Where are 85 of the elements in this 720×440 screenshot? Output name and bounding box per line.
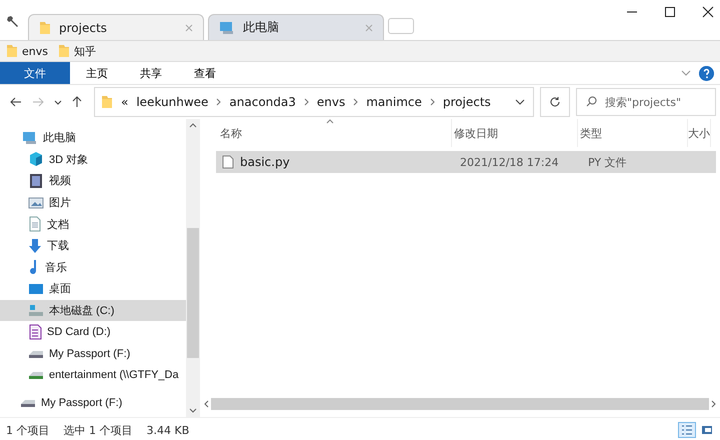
nav-item[interactable]: 文档 xyxy=(0,213,186,235)
tab[interactable]: projects xyxy=(28,14,204,40)
breadcrumb[interactable]: anaconda3 xyxy=(229,95,296,109)
breadcrumb[interactable]: projects xyxy=(442,95,491,109)
overflow-chevron[interactable]: « xyxy=(121,95,128,109)
chevron-up-icon[interactable] xyxy=(189,123,197,128)
ribbon-tab[interactable]: 共享 xyxy=(124,62,178,84)
ribbon-tab[interactable]: 主页 xyxy=(70,62,124,84)
chevron-right-icon xyxy=(430,98,435,106)
sd-card-icon xyxy=(28,324,42,340)
close-icon[interactable] xyxy=(702,6,714,18)
maximize-icon[interactable] xyxy=(664,6,676,18)
computer-icon xyxy=(219,20,235,34)
chevron-down-icon[interactable] xyxy=(54,100,62,104)
file-row[interactable]: basic.py 2021/12/18 17:24 PY 文件 xyxy=(216,151,716,173)
selection-size: 3.44 KB xyxy=(146,424,190,436)
tab-label: 此电脑 xyxy=(243,19,280,36)
tab-label: projects xyxy=(59,20,108,34)
down-arrow-icon xyxy=(28,238,42,254)
search-icon xyxy=(586,96,597,107)
tab[interactable]: 此电脑 xyxy=(208,14,384,40)
document-icon xyxy=(28,216,42,232)
folder-icon xyxy=(101,95,113,109)
drive-icon xyxy=(20,398,36,408)
file-icon xyxy=(222,155,234,169)
nav-item[interactable]: 音乐 xyxy=(0,256,186,278)
disk-drive-icon xyxy=(28,304,44,318)
nav-item[interactable]: SD Card (D:) xyxy=(0,321,186,343)
column-header[interactable]: 名称 xyxy=(216,119,452,147)
nav-item[interactable]: entertainment (\\GTFY_Da xyxy=(0,364,186,386)
address-bar[interactable]: « leekunhwee anaconda3 envs manimce projects xyxy=(94,87,534,117)
bookmark[interactable]: 知乎 xyxy=(74,44,96,58)
picture-icon xyxy=(28,196,44,210)
computer-icon xyxy=(22,130,38,145)
breadcrumb[interactable]: manimce xyxy=(366,95,422,109)
scrollbar[interactable] xyxy=(186,119,200,417)
item-count: 1 个项目 xyxy=(6,422,50,438)
breadcrumb[interactable]: envs xyxy=(316,95,346,109)
scrollbar[interactable] xyxy=(204,397,716,411)
column-header[interactable]: 大小 xyxy=(688,119,711,147)
column-header[interactable]: 类型 xyxy=(578,119,688,147)
chevron-right-icon[interactable] xyxy=(711,400,716,408)
chevron-left-icon[interactable] xyxy=(204,400,209,408)
nav-item[interactable]: 下载 xyxy=(0,234,186,257)
sort-caret-icon xyxy=(326,119,334,124)
ribbon-tab[interactable]: 查看 xyxy=(178,62,232,84)
network-drive-icon xyxy=(28,370,44,380)
folder-icon xyxy=(6,44,18,58)
refresh-button[interactable] xyxy=(540,87,570,117)
cube-icon xyxy=(28,151,44,168)
chevron-right-icon xyxy=(353,98,358,106)
file-name: basic.py xyxy=(240,155,290,169)
column-header[interactable]: 修改日期 xyxy=(452,119,578,147)
film-icon xyxy=(28,172,44,189)
chevron-right-icon xyxy=(304,98,309,106)
folder-icon xyxy=(58,44,70,58)
nav-item[interactable]: 3D 对象 xyxy=(0,148,186,170)
nav-item[interactable]: My Passport (F:) xyxy=(0,342,186,365)
search-field[interactable]: 搜索"projects" xyxy=(576,88,716,116)
nav-item[interactable]: 此电脑 xyxy=(0,127,186,149)
folder-icon xyxy=(39,20,51,34)
nav-item[interactable]: My Passport (F:) xyxy=(0,392,186,414)
drive-icon xyxy=(28,348,44,359)
breadcrumb[interactable]: leekunhwee xyxy=(136,95,208,109)
up-arrow-icon[interactable] xyxy=(72,96,82,108)
selection-count: 选中 1 个项目 xyxy=(64,422,132,438)
details-list-icon xyxy=(681,424,693,436)
bookmark[interactable]: envs xyxy=(22,44,48,58)
chevron-down-icon[interactable] xyxy=(515,99,525,105)
chevron-right-icon xyxy=(216,98,222,106)
nav-item[interactable]: 本地磁盘 (C:) xyxy=(0,300,186,322)
wrench-icon[interactable] xyxy=(6,14,20,28)
details-view-button[interactable] xyxy=(678,422,696,438)
ribbon-tab[interactable]: 文件 xyxy=(0,62,70,84)
nav-item[interactable]: 图片 xyxy=(0,192,186,214)
modified-date: 2021/12/18 17:24 xyxy=(459,156,560,168)
chevron-down-icon[interactable] xyxy=(189,408,197,413)
help-icon[interactable] xyxy=(699,66,714,80)
back-arrow-icon[interactable] xyxy=(10,97,22,107)
file-type: PY 文件 xyxy=(587,154,628,170)
desktop-icon xyxy=(28,282,44,295)
nav-item[interactable]: 视频 xyxy=(0,170,186,192)
refresh-icon xyxy=(549,96,561,108)
large-icons-icon xyxy=(701,425,713,435)
nav-item[interactable]: 桌面 xyxy=(0,278,186,300)
